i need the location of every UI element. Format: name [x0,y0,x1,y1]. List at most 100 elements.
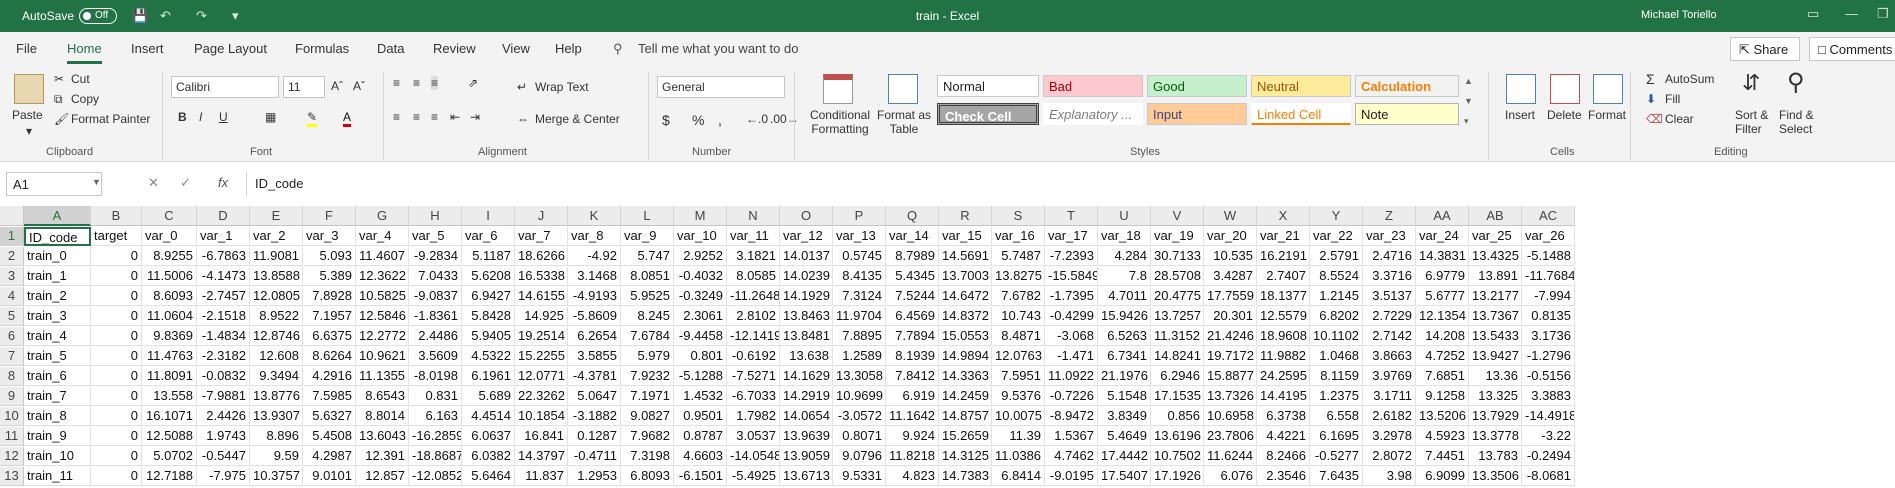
table-cell[interactable]: 11.837 [515,467,568,486]
table-cell[interactable]: -9.2834 [409,247,462,266]
table-cell[interactable]: 17.4442 [1098,447,1151,466]
table-cell[interactable]: 1.0468 [1310,347,1363,366]
table-cell[interactable]: 6.5263 [1098,327,1151,346]
table-cell[interactable]: 4.4514 [462,407,515,426]
table-cell[interactable]: -0.7226 [1045,387,1098,406]
header-cell[interactable]: target [91,227,142,246]
table-cell[interactable]: 19.2514 [515,327,568,346]
table-cell[interactable]: 5.093 [303,247,356,266]
table-cell[interactable]: 8.2466 [1257,447,1310,466]
table-cell[interactable]: 13.638 [780,347,833,366]
table-cell[interactable]: -0.5447 [197,447,250,466]
table-cell[interactable]: 17.7559 [1204,287,1257,306]
table-cell[interactable]: 5.7487 [992,247,1045,266]
table-cell[interactable]: 14.2919 [780,387,833,406]
table-cell[interactable]: 0 [91,347,142,366]
align-left-icon[interactable]: ≡ [393,110,400,124]
table-cell[interactable]: 14.3125 [939,447,992,466]
table-cell[interactable]: 5.6327 [303,407,356,426]
table-cell[interactable]: 3.2978 [1363,427,1416,446]
table-cell[interactable]: 4.2987 [303,447,356,466]
table-cell[interactable]: 10.1854 [515,407,568,426]
table-cell[interactable]: 0 [91,407,142,426]
name-box-dropdown-icon[interactable]: ▼ [92,177,101,187]
autosum-icon[interactable]: Σ [1646,71,1655,87]
table-cell[interactable]: -0.4299 [1045,307,1098,326]
header-cell[interactable]: var_20 [1204,227,1257,246]
header-cell[interactable]: var_21 [1257,227,1310,246]
merge-center-button[interactable]: Merge & Center [535,112,620,126]
table-cell[interactable]: 7.7894 [886,327,939,346]
table-cell[interactable]: -7.975 [197,467,250,486]
table-cell[interactable]: 11.8091 [142,367,197,386]
style-bad[interactable]: Bad [1043,75,1143,97]
header-cell[interactable]: var_19 [1151,227,1204,246]
header-cell[interactable]: var_17 [1045,227,1098,246]
table-cell[interactable]: 6.558 [1310,407,1363,426]
table-cell[interactable]: 14.4195 [1257,387,1310,406]
table-cell[interactable]: 1.7982 [727,407,780,426]
table-cell[interactable]: 13.9307 [250,407,303,426]
decrease-font-icon[interactable]: Aˇ [353,79,365,93]
table-cell[interactable]: 16.2191 [1257,247,1310,266]
header-cell[interactable]: var_23 [1363,227,1416,246]
row-header[interactable]: 13 [0,467,24,486]
format-as-table-button[interactable]: Format as Table [876,108,932,136]
table-cell[interactable]: 7.5244 [886,287,939,306]
table-cell[interactable]: -9.4458 [674,327,727,346]
table-cell[interactable]: 7.1957 [303,307,356,326]
table-cell[interactable]: 7.6782 [992,287,1045,306]
table-cell[interactable]: -2.7457 [197,287,250,306]
table-cell[interactable]: 3.5855 [568,347,621,366]
table-cell[interactable]: -14.4918 [1522,407,1575,426]
table-cell[interactable]: 12.3622 [356,267,409,286]
style-good[interactable]: Good [1147,75,1247,97]
table-cell[interactable]: 11.1642 [886,407,939,426]
merge-center-icon[interactable]: ⇔ [517,112,529,126]
column-header-aa[interactable]: AA [1416,206,1469,226]
table-cell[interactable]: train_4 [24,327,91,346]
table-cell[interactable]: -12.1419 [727,327,780,346]
table-cell[interactable]: 0 [91,387,142,406]
format-as-table-icon[interactable] [888,74,918,104]
table-cell[interactable]: 6.0637 [462,427,515,446]
table-cell[interactable]: -7.2393 [1045,247,1098,266]
table-cell[interactable]: 16.1071 [142,407,197,426]
table-cell[interactable]: 8.4871 [992,327,1045,346]
table-cell[interactable]: 3.1736 [1522,327,1575,346]
table-cell[interactable]: 13.4325 [1469,247,1522,266]
fill-button[interactable]: Fill [1665,92,1680,106]
styles-scroll-up-icon[interactable]: ▲ [1464,76,1473,86]
table-cell[interactable]: 5.6208 [462,267,515,286]
table-cell[interactable]: 5.0647 [568,387,621,406]
table-cell[interactable]: 6.9779 [1416,267,1469,286]
table-cell[interactable]: 5.6464 [462,467,515,486]
table-cell[interactable]: 7.0433 [409,267,462,286]
table-cell[interactable]: 7.9232 [621,367,674,386]
table-cell[interactable]: -0.5277 [1310,447,1363,466]
table-cell[interactable]: 7.9682 [621,427,674,446]
table-cell[interactable]: 5.4345 [886,267,939,286]
paste-icon[interactable] [14,74,44,104]
column-header-o[interactable]: O [780,206,833,226]
table-cell[interactable]: 0 [91,327,142,346]
row-header[interactable]: 4 [0,287,24,306]
conditional-formatting-button[interactable]: Conditional Formatting [806,108,874,136]
paste-label[interactable]: Paste [12,108,43,122]
wrap-text-button[interactable]: Wrap Text [535,80,589,94]
table-cell[interactable]: 1.9743 [197,427,250,446]
table-cell[interactable]: 11.0922 [1045,367,1098,386]
percent-icon[interactable]: % [692,112,704,128]
table-cell[interactable]: 15.2255 [515,347,568,366]
table-cell[interactable]: 6.2654 [568,327,621,346]
table-cell[interactable]: 21.1976 [1098,367,1151,386]
table-cell[interactable]: 5.9405 [462,327,515,346]
table-cell[interactable]: 14.8757 [939,407,992,426]
table-cell[interactable]: 4.284 [1098,247,1151,266]
header-cell[interactable]: var_25 [1469,227,1522,246]
column-header-g[interactable]: G [356,206,409,226]
table-cell[interactable]: 13.325 [1469,387,1522,406]
table-cell[interactable]: 2.7407 [1257,267,1310,286]
align-top-icon[interactable]: ≡ [393,76,400,90]
table-cell[interactable]: -3.0572 [833,407,886,426]
